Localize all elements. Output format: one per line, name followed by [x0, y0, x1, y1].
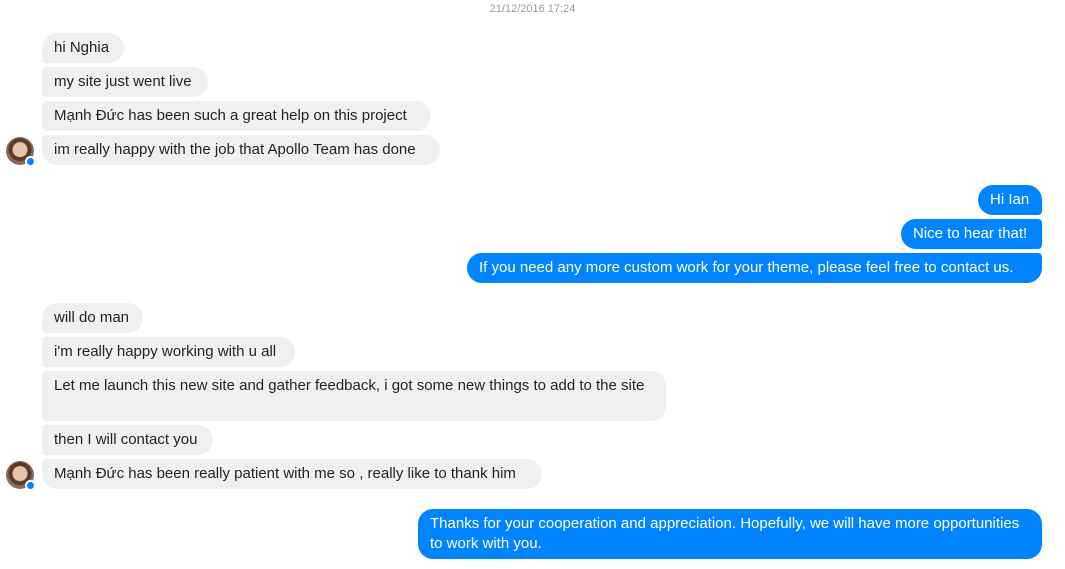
avatar-icon[interactable]: [6, 137, 36, 167]
message-text: Thanks for your cooperation and apprecia…: [430, 515, 1020, 552]
message-text: Mạnh Đức has been such a great help on t…: [54, 107, 407, 124]
message-bubble-incoming[interactable]: then I will contact you: [42, 425, 213, 455]
message-bubble-incoming[interactable]: im really happy with the job that Apollo…: [42, 135, 440, 165]
message-bubble-outgoing[interactable]: Nice to hear that!: [901, 219, 1042, 249]
message-text: then I will contact you: [54, 431, 198, 448]
message-text: my site just went live: [54, 73, 192, 90]
message-text: hi Nghia: [54, 39, 110, 56]
message-text: will do man: [54, 309, 130, 326]
message-bubble-outgoing[interactable]: Hi Ian: [978, 185, 1042, 215]
message-text: If you need any more custom work for you…: [479, 259, 1014, 276]
message-bubble-incoming[interactable]: Mạnh Đức has been such a great help on t…: [42, 101, 431, 131]
message-bubble-incoming[interactable]: hi Nghia: [42, 33, 124, 63]
message-text: Hi Ian: [990, 191, 1030, 208]
messenger-badge-icon: [25, 156, 36, 167]
message-bubble-outgoing[interactable]: Thanks for your cooperation and apprecia…: [418, 509, 1042, 559]
message-bubble-incoming[interactable]: will do man: [42, 303, 143, 333]
message-bubble-incoming[interactable]: i'm really happy working with u all: [42, 337, 295, 367]
message-text: i'm really happy working with u all: [54, 343, 277, 360]
message-text: Let me launch this new site and gather f…: [54, 377, 645, 394]
message-bubble-outgoing[interactable]: If you need any more custom work for you…: [467, 253, 1042, 283]
message-text: im really happy with the job that Apollo…: [54, 141, 416, 158]
message-bubble-incoming[interactable]: Let me launch this new site and gather f…: [42, 371, 666, 421]
avatar-icon[interactable]: [6, 461, 36, 491]
messenger-badge-icon: [25, 480, 36, 491]
conversation-timestamp: 21/12/2016 17:24: [489, 3, 576, 15]
message-bubble-incoming[interactable]: my site just went live: [42, 67, 208, 97]
message-bubble-incoming[interactable]: Mạnh Đức has been really patient with me…: [42, 459, 542, 489]
message-text: Nice to hear that!: [913, 225, 1028, 242]
message-text: Mạnh Đức has been really patient with me…: [54, 465, 516, 482]
